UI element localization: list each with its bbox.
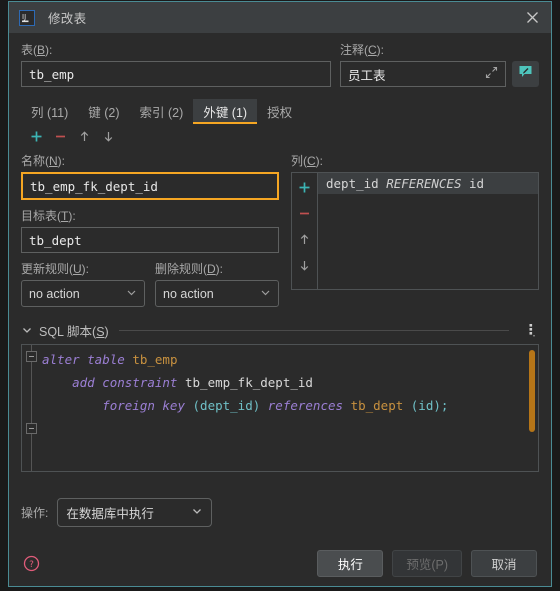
plus-icon[interactable] (25, 125, 47, 147)
sql-code-line: alter table tb_emp (42, 348, 538, 371)
delete-rule-value: no action (163, 286, 214, 301)
minus-icon[interactable] (49, 125, 71, 147)
operation-label: 操作: (21, 506, 49, 520)
tab-keys[interactable]: 键 (2) (78, 99, 129, 124)
sql-header-divider (118, 329, 509, 331)
columns-toolbar (292, 173, 318, 289)
sql-editor-scrollbar[interactable] (529, 350, 535, 432)
chevron-down-icon[interactable] (21, 324, 33, 336)
plus-icon[interactable] (294, 176, 316, 198)
modify-table-dialog: IJ 修改表 表(B): tb_emp 注释(C): 员工表 列 (11) 键 … (8, 1, 552, 587)
references-keyword: REFERENCES (386, 176, 462, 191)
comment-edit-icon (518, 64, 533, 84)
update-rule-value: no action (29, 286, 80, 301)
foreign-keys-toolbar (21, 124, 539, 148)
expand-icon[interactable] (485, 66, 498, 82)
update-rule-select[interactable]: no action (21, 280, 145, 307)
comment-field-label: 注释(C): (340, 43, 385, 57)
sql-code: alter table tb_emp add constraint tb_emp… (40, 345, 538, 471)
tab-indexes[interactable]: 索引 (2) (130, 99, 194, 124)
columns-panel-group: 列(C): dept_id REFERENCES id (291, 153, 539, 307)
sql-token: tb_emp_fk_dept_id (185, 375, 313, 390)
sql-token: add constraint (42, 375, 185, 390)
target-table-input[interactable]: tb_dept (21, 227, 279, 253)
dialog-title: 修改表 (48, 12, 87, 26)
chevron-down-icon (126, 287, 137, 301)
table-editor-tabs: 列 (11) 键 (2) 索引 (2) 外键 (1) 授权 (21, 99, 539, 124)
editor-gutter (22, 345, 40, 471)
delete-rule-group: 删除规则(D): no action (155, 261, 279, 307)
fk-name-input[interactable]: tb_emp_fk_dept_id (21, 172, 279, 200)
comment-field-group: 注释(C): 员工表 (340, 42, 539, 87)
comment-edit-button[interactable] (512, 61, 539, 87)
column-name: dept_id (326, 176, 379, 191)
columns-list: dept_id REFERENCES id (318, 173, 538, 289)
arrow-down-icon[interactable] (294, 254, 316, 276)
chevron-down-icon (191, 505, 203, 520)
sql-token: references (260, 398, 351, 413)
sql-token: foreign key (42, 398, 193, 413)
sql-token: (id); (410, 398, 449, 413)
comment-row: 员工表 (340, 58, 539, 87)
sql-token: tb_dept (350, 398, 411, 413)
tab-columns[interactable]: 列 (11) (21, 99, 78, 124)
comment-value: 员工表 (348, 68, 386, 83)
table-field-group: 表(B): tb_emp (21, 42, 331, 87)
target-table-label: 目标表(T): (21, 209, 76, 223)
intellij-idea-icon: IJ (19, 9, 35, 26)
dialog-body: 表(B): tb_emp 注释(C): 员工表 列 (11) 键 (2) 索引 … (9, 33, 551, 539)
execute-button[interactable]: 执行 (317, 549, 384, 577)
arrow-down-icon[interactable] (97, 125, 119, 147)
svg-text:?: ? (29, 560, 34, 570)
delete-rule-label: 删除规则(D): (155, 262, 224, 276)
preview-button: 预览(P) (392, 549, 462, 577)
cancel-button[interactable]: 取消 (471, 549, 537, 577)
name-field-label: 名称(N): (21, 154, 66, 168)
fk-form: 名称(N): tb_emp_fk_dept_id 目标表(T): tb_dept… (21, 153, 279, 307)
close-icon[interactable] (517, 4, 547, 32)
comment-input[interactable]: 员工表 (340, 61, 506, 87)
sql-code-line: add constraint tb_emp_fk_dept_id (42, 371, 538, 394)
sql-code-line: foreign key (dept_id) references tb_dept… (42, 394, 538, 417)
dialog-footer: ? 执行 预览(P) 取消 (9, 539, 551, 586)
more-options-icon[interactable] (523, 323, 539, 338)
arrow-up-icon[interactable] (294, 228, 316, 250)
operation-select[interactable]: 在数据库中执行 (57, 498, 213, 527)
table-field-label: 表(B): (21, 43, 53, 57)
operation-row: 操作: 在数据库中执行 (21, 498, 539, 527)
svg-text:IJ: IJ (22, 13, 26, 21)
gutter-line (31, 345, 32, 471)
columns-panel-label: 列(C): (291, 154, 324, 168)
dialog-titlebar: IJ 修改表 (9, 2, 551, 33)
sql-token: tb_emp (132, 352, 178, 367)
tab-grants[interactable]: 授权 (257, 99, 302, 124)
chevron-down-icon (260, 287, 271, 301)
table-name-input[interactable]: tb_emp (21, 61, 331, 87)
foreign-key-detail: 名称(N): tb_emp_fk_dept_id 目标表(T): tb_dept… (21, 153, 539, 307)
sql-script-section: SQL 脚本(S) alter table tb_emp add constra… (21, 321, 539, 482)
sql-token: alter table (42, 352, 133, 367)
update-rule-group: 更新规则(U): no action (21, 261, 145, 307)
tab-foreign-keys[interactable]: 外键 (1) (193, 99, 258, 124)
top-fields-row: 表(B): tb_emp 注释(C): 员工表 (21, 42, 539, 87)
sql-script-title: SQL 脚本(S) (39, 324, 109, 339)
help-icon[interactable]: ? (23, 555, 40, 572)
sql-token: (dept_id) (192, 398, 261, 413)
fold-marker-icon[interactable] (26, 351, 37, 362)
operation-value: 在数据库中执行 (66, 507, 154, 521)
fold-marker-icon[interactable] (26, 423, 37, 434)
list-item[interactable]: dept_id REFERENCES id (318, 173, 538, 194)
minus-icon[interactable] (294, 202, 316, 224)
sql-script-header: SQL 脚本(S) (21, 321, 539, 339)
update-rule-label: 更新规则(U): (21, 262, 90, 276)
target-column-name: id (469, 176, 485, 191)
delete-rule-select[interactable]: no action (155, 280, 279, 307)
rules-row: 更新规则(U): no action 删除规则(D): no action (21, 261, 279, 307)
columns-panel: dept_id REFERENCES id (291, 172, 539, 290)
sql-editor[interactable]: alter table tb_emp add constraint tb_emp… (21, 344, 539, 472)
arrow-up-icon[interactable] (73, 125, 95, 147)
